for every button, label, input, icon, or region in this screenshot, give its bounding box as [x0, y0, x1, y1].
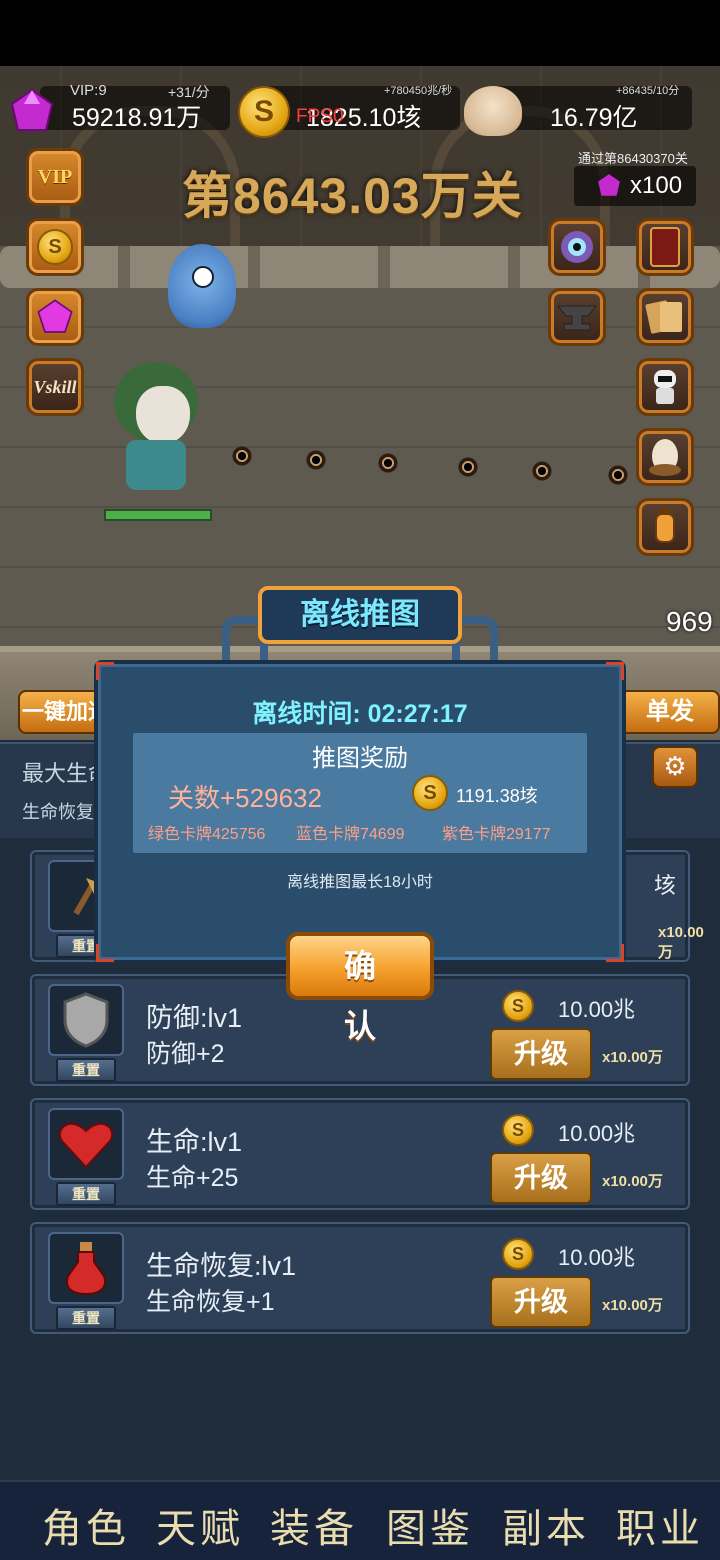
attack-cost: 垓	[654, 873, 677, 898]
purple-card-gain: 紫色卡牌29177	[442, 826, 551, 843]
card-deck-button[interactable]	[636, 218, 694, 276]
hp-desc: 生命+25	[146, 1164, 239, 1192]
status-bar	[0, 0, 720, 66]
gem-reward-amount: x100	[630, 172, 683, 199]
hero-health-bar	[104, 509, 212, 521]
reset-button[interactable]: 重置	[56, 1182, 116, 1206]
hp-multiplier: x10.00万	[602, 1173, 663, 1190]
stone-ledge	[0, 246, 720, 288]
blue-card-gain: 蓝色卡牌74699	[296, 826, 405, 843]
gold-gain: 1191.38垓	[456, 786, 538, 806]
nav-equipment[interactable]: 装备	[270, 1496, 358, 1554]
eye-monster-button[interactable]	[548, 218, 606, 276]
player-hero	[102, 362, 206, 502]
upgrade-card-regen: 重置 生命恢复:lv1 生命恢复+1 S 10.00兆 升级 x10.00万	[30, 1222, 690, 1334]
gold-coin-icon: S	[238, 86, 290, 138]
regen-desc: 生命恢复+1	[146, 1288, 275, 1316]
gold-rate: +780450兆/秒	[384, 85, 453, 97]
skull-icon	[464, 86, 522, 136]
lantern-icon	[655, 508, 675, 543]
gem-icon	[598, 174, 620, 196]
nav-codex[interactable]: 图鉴	[386, 1496, 474, 1554]
vskill-button[interactable]: Vskill	[26, 358, 84, 416]
gem-icon	[10, 88, 54, 131]
vip-button-label: VIP	[37, 165, 73, 188]
defense-name: 防御:lv1	[146, 1003, 243, 1033]
gem-shop-button[interactable]	[26, 288, 84, 346]
skull-rate: +86435/10分	[616, 85, 680, 97]
robot-icon	[654, 370, 676, 404]
defense-multiplier: x10.00万	[602, 1049, 663, 1066]
gold-coin-icon: S	[502, 990, 534, 1022]
defense-desc: 防御+2	[146, 1040, 225, 1068]
gem-amount: 59218.91万	[72, 104, 202, 132]
fps-counter: FPS0	[296, 106, 344, 127]
modal-title: 离线推图	[258, 586, 462, 644]
eye-icon	[561, 231, 593, 263]
skull-amount: 16.79亿	[550, 104, 638, 132]
single-fire-button[interactable]: 单发	[620, 690, 720, 734]
damage-number: 969	[666, 606, 713, 637]
reset-button[interactable]: 重置	[56, 1058, 116, 1082]
gold-coin-icon: S	[37, 229, 73, 265]
hp-upgrade-button[interactable]: 升级	[490, 1152, 592, 1204]
nav-class[interactable]: 职业	[616, 1496, 704, 1554]
gem-icon	[37, 299, 73, 333]
attack-multiplier: x10.00万	[658, 924, 704, 961]
gold-coin-icon: S	[502, 1238, 534, 1270]
regen-name: 生命恢复:lv1	[146, 1251, 297, 1281]
cards-button[interactable]	[636, 288, 694, 346]
offline-max-note: 离线推图最长18小时	[287, 874, 433, 891]
nav-dungeon[interactable]: 副本	[502, 1496, 590, 1554]
robot-button[interactable]	[636, 358, 694, 416]
hp-name: 生命:lv1	[146, 1127, 243, 1157]
heart-icon	[48, 1108, 124, 1180]
gold-shop-button[interactable]: S	[26, 218, 84, 276]
potion-icon	[48, 1232, 124, 1304]
reward-title: 推图奖励	[312, 745, 408, 772]
regen-cost: 10.00兆	[558, 1245, 636, 1270]
gear-icon: ⚙	[663, 752, 687, 782]
stage-gem-reward: x100	[574, 166, 696, 206]
vskill-label: Vskill	[33, 376, 77, 397]
egg-button[interactable]	[636, 428, 694, 486]
stat-hp-regen: 生命恢复	[22, 802, 94, 822]
regen-multiplier: x10.00万	[602, 1297, 663, 1314]
egg-icon	[649, 439, 681, 476]
settings-button[interactable]: ⚙	[652, 746, 698, 788]
defense-upgrade-button[interactable]: 升级	[490, 1028, 592, 1080]
shield-icon	[48, 984, 124, 1056]
stage-title: 第8643.03万关	[182, 168, 523, 224]
anvil-icon	[556, 305, 598, 331]
lantern-button[interactable]	[636, 498, 694, 556]
hp-cost: 10.00兆	[558, 1121, 636, 1146]
enemy-monster	[168, 244, 236, 328]
bottom-nav: 角色 天赋 装备 图鉴 副本 职业	[0, 1480, 720, 1560]
nav-talent[interactable]: 天赋	[156, 1496, 244, 1554]
regen-upgrade-button[interactable]: 升级	[490, 1276, 592, 1328]
card-icon	[650, 227, 680, 267]
vip-button[interactable]: VIP	[26, 148, 84, 206]
nav-role[interactable]: 角色	[42, 1496, 130, 1554]
green-card-gain: 绿色卡牌425756	[148, 826, 266, 843]
stage-gain: 关数+529632	[168, 783, 322, 813]
cards-icon	[645, 300, 682, 334]
passed-stage-label: 通过第86430370关	[578, 151, 688, 166]
upgrade-card-hp: 重置 生命:lv1 生命+25 S 10.00兆 升级 x10.00万	[30, 1098, 690, 1210]
defense-cost: 10.00兆	[558, 997, 636, 1022]
gold-coin-icon: S	[502, 1114, 534, 1146]
reset-button[interactable]: 重置	[56, 1306, 116, 1330]
confirm-button[interactable]: 确 认	[286, 932, 434, 1044]
anvil-button[interactable]	[548, 288, 606, 346]
gold-coin-icon: S	[412, 775, 448, 811]
vip-level: VIP:9	[70, 82, 107, 99]
offline-time: 离线时间: 02:27:17	[252, 700, 468, 728]
